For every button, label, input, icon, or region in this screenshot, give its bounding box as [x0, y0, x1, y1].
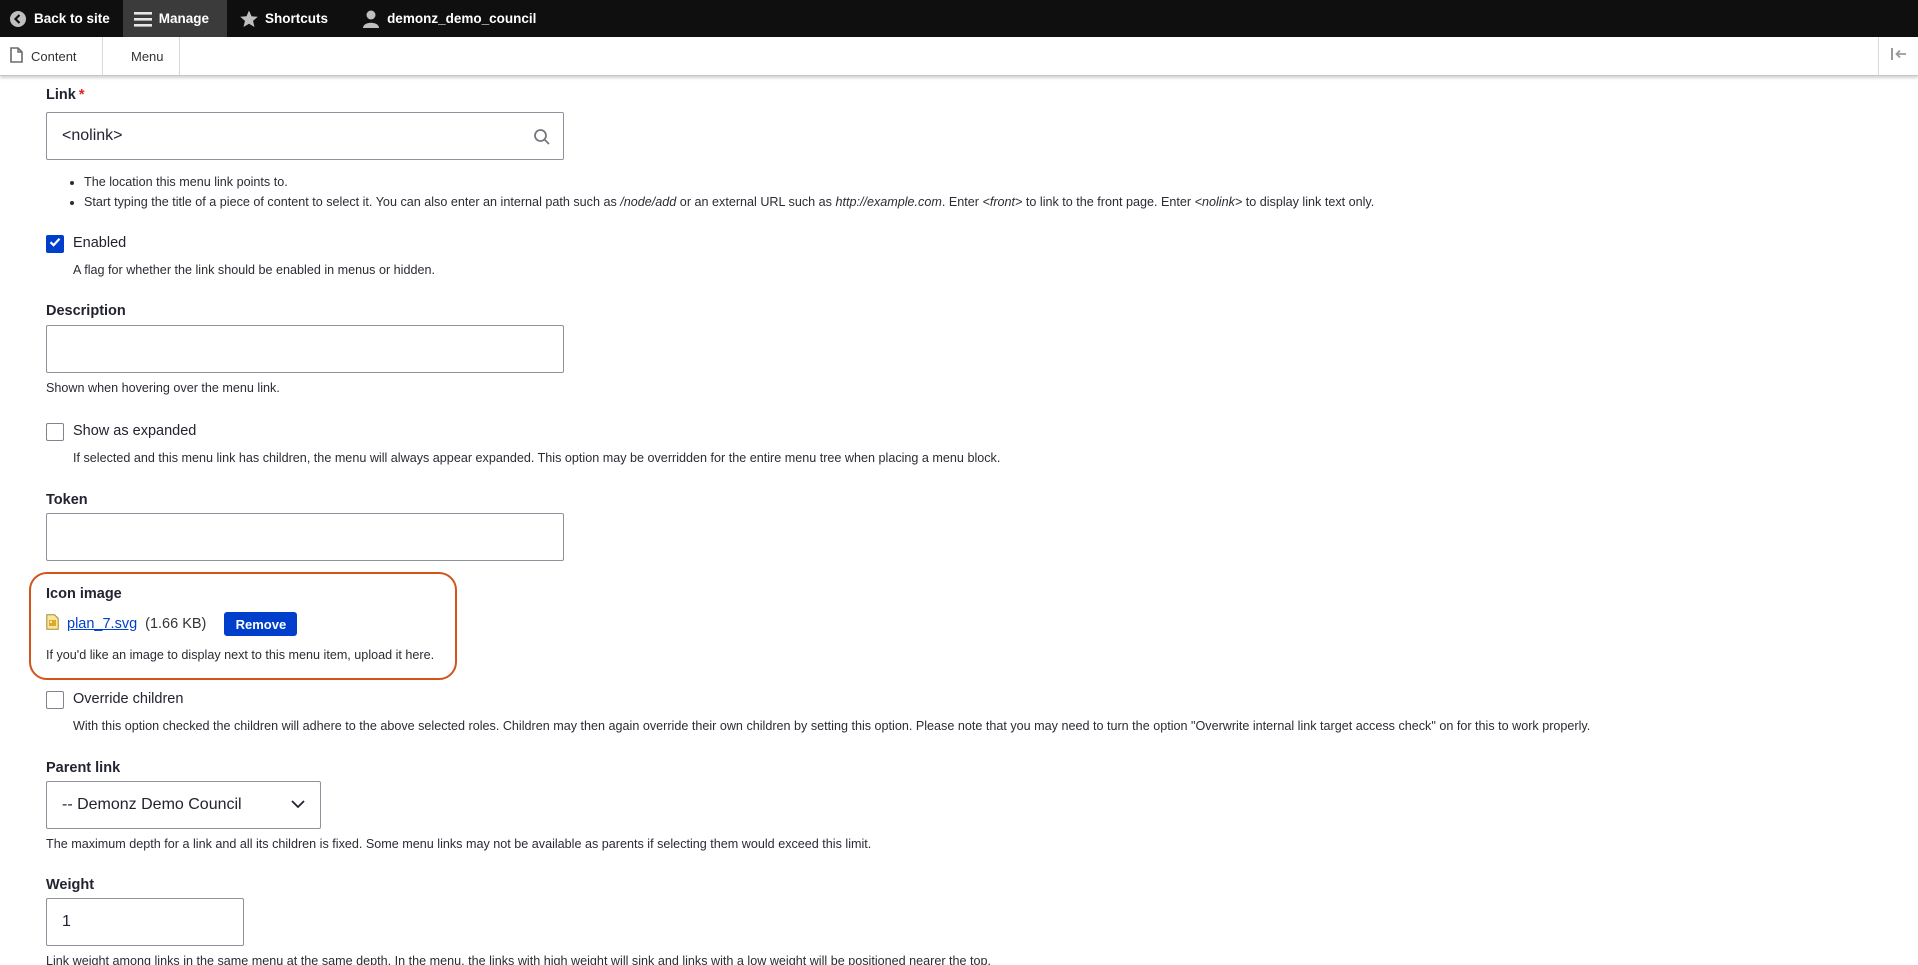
enabled-checkbox[interactable]: [46, 235, 64, 253]
show-expanded-label[interactable]: Show as expanded: [73, 423, 196, 439]
link-help-nolink: <nolink>: [1194, 195, 1243, 209]
parent-link-help: The maximum depth for a link and all its…: [46, 837, 872, 851]
show-expanded-checkbox[interactable]: [46, 423, 64, 441]
shortcuts-label: Shortcuts: [265, 11, 329, 26]
link-help-list: The location this menu link points to. S…: [84, 172, 1374, 212]
back-to-site-link[interactable]: Back to site: [0, 0, 123, 37]
link-help-node-path: /node/add: [620, 195, 677, 209]
hamburger-icon: [133, 9, 153, 29]
tray-content-label: Content: [31, 48, 77, 64]
collapse-sidebar-icon: [1890, 47, 1908, 66]
star-icon: [239, 9, 259, 29]
enabled-label[interactable]: Enabled: [73, 235, 126, 251]
parent-link-label: Parent link: [46, 760, 121, 776]
shortcuts-tab[interactable]: Shortcuts: [227, 0, 341, 37]
back-arrow-icon: [8, 9, 28, 29]
link-input[interactable]: <nolink>: [46, 112, 564, 160]
link-help-2c: . Enter: [941, 195, 983, 209]
icon-image-file-link[interactable]: plan_7.svg: [67, 616, 137, 632]
description-input[interactable]: [46, 325, 564, 373]
remove-button[interactable]: Remove: [224, 612, 298, 636]
enabled-help: A flag for whether the link should be en…: [73, 263, 435, 277]
override-children-checkbox[interactable]: [46, 691, 64, 709]
user-name-label: demonz_demo_council: [387, 11, 537, 26]
required-marker: *: [78, 87, 85, 103]
link-field-label: Link *: [46, 87, 84, 103]
icon-image-file-row: plan_7.svg (1.66 KB) Remove: [46, 612, 298, 636]
icon-image-label: Icon image: [46, 586, 122, 602]
weight-input[interactable]: 1: [46, 898, 244, 946]
checkmark-icon: [48, 235, 62, 254]
image-file-icon: [46, 614, 59, 634]
parent-link-select[interactable]: -- Demonz Demo Council: [46, 781, 321, 829]
icon-image-file-size: (1.66 KB): [145, 616, 207, 632]
link-help-2d: to link to the front page. Enter: [1022, 195, 1195, 209]
link-help-front: <front>: [982, 195, 1023, 209]
tray-menu-label: Menu: [131, 48, 164, 64]
description-help: Shown when hovering over the menu link.: [46, 381, 280, 395]
chevron-down-icon: [290, 796, 306, 814]
manage-tab[interactable]: Manage: [122, 0, 228, 37]
link-help-2e: to display link text only.: [1242, 195, 1375, 209]
search-icon: [533, 128, 551, 151]
admin-toolbar: Back to site Manage Shortcuts demonz_dem…: [0, 0, 1918, 37]
weight-label: Weight: [46, 877, 95, 893]
user-icon: [361, 9, 381, 29]
show-expanded-help: If selected and this menu link has child…: [73, 451, 1001, 465]
document-icon: [10, 46, 23, 66]
back-to-site-label: Back to site: [34, 11, 110, 26]
link-help-example-url: http://example.com: [835, 195, 942, 209]
description-label: Description: [46, 303, 126, 319]
link-help-2b: or an external URL such as: [676, 195, 836, 209]
user-tab[interactable]: demonz_demo_council: [341, 0, 549, 37]
token-label: Token: [46, 492, 88, 508]
link-help-1: The location this menu link points to.: [84, 175, 288, 189]
token-input[interactable]: [46, 513, 564, 561]
override-children-label[interactable]: Override children: [73, 691, 183, 707]
link-label-text: Link: [46, 87, 76, 103]
weight-input-value: 1: [62, 913, 71, 930]
parent-link-selected: -- Demonz Demo Council: [62, 796, 242, 813]
manage-label: Manage: [158, 11, 210, 26]
tray-orientation-toggle[interactable]: [1878, 37, 1918, 75]
link-input-value: <nolink>: [62, 127, 123, 144]
link-help-2a: Start typing the title of a piece of con…: [84, 195, 621, 209]
override-children-help: With this option checked the children wi…: [73, 719, 1591, 733]
tray-item-menu[interactable]: Menu: [103, 37, 180, 75]
toolbar-tray: Content Menu: [0, 37, 1918, 76]
tray-item-content[interactable]: Content: [0, 37, 103, 75]
icon-image-help: If you'd like an image to display next t…: [46, 648, 435, 662]
weight-help: Link weight among links in the same menu…: [46, 954, 992, 965]
list-item: The location this menu link points to.: [84, 172, 1374, 192]
list-item: Start typing the title of a piece of con…: [84, 192, 1374, 212]
